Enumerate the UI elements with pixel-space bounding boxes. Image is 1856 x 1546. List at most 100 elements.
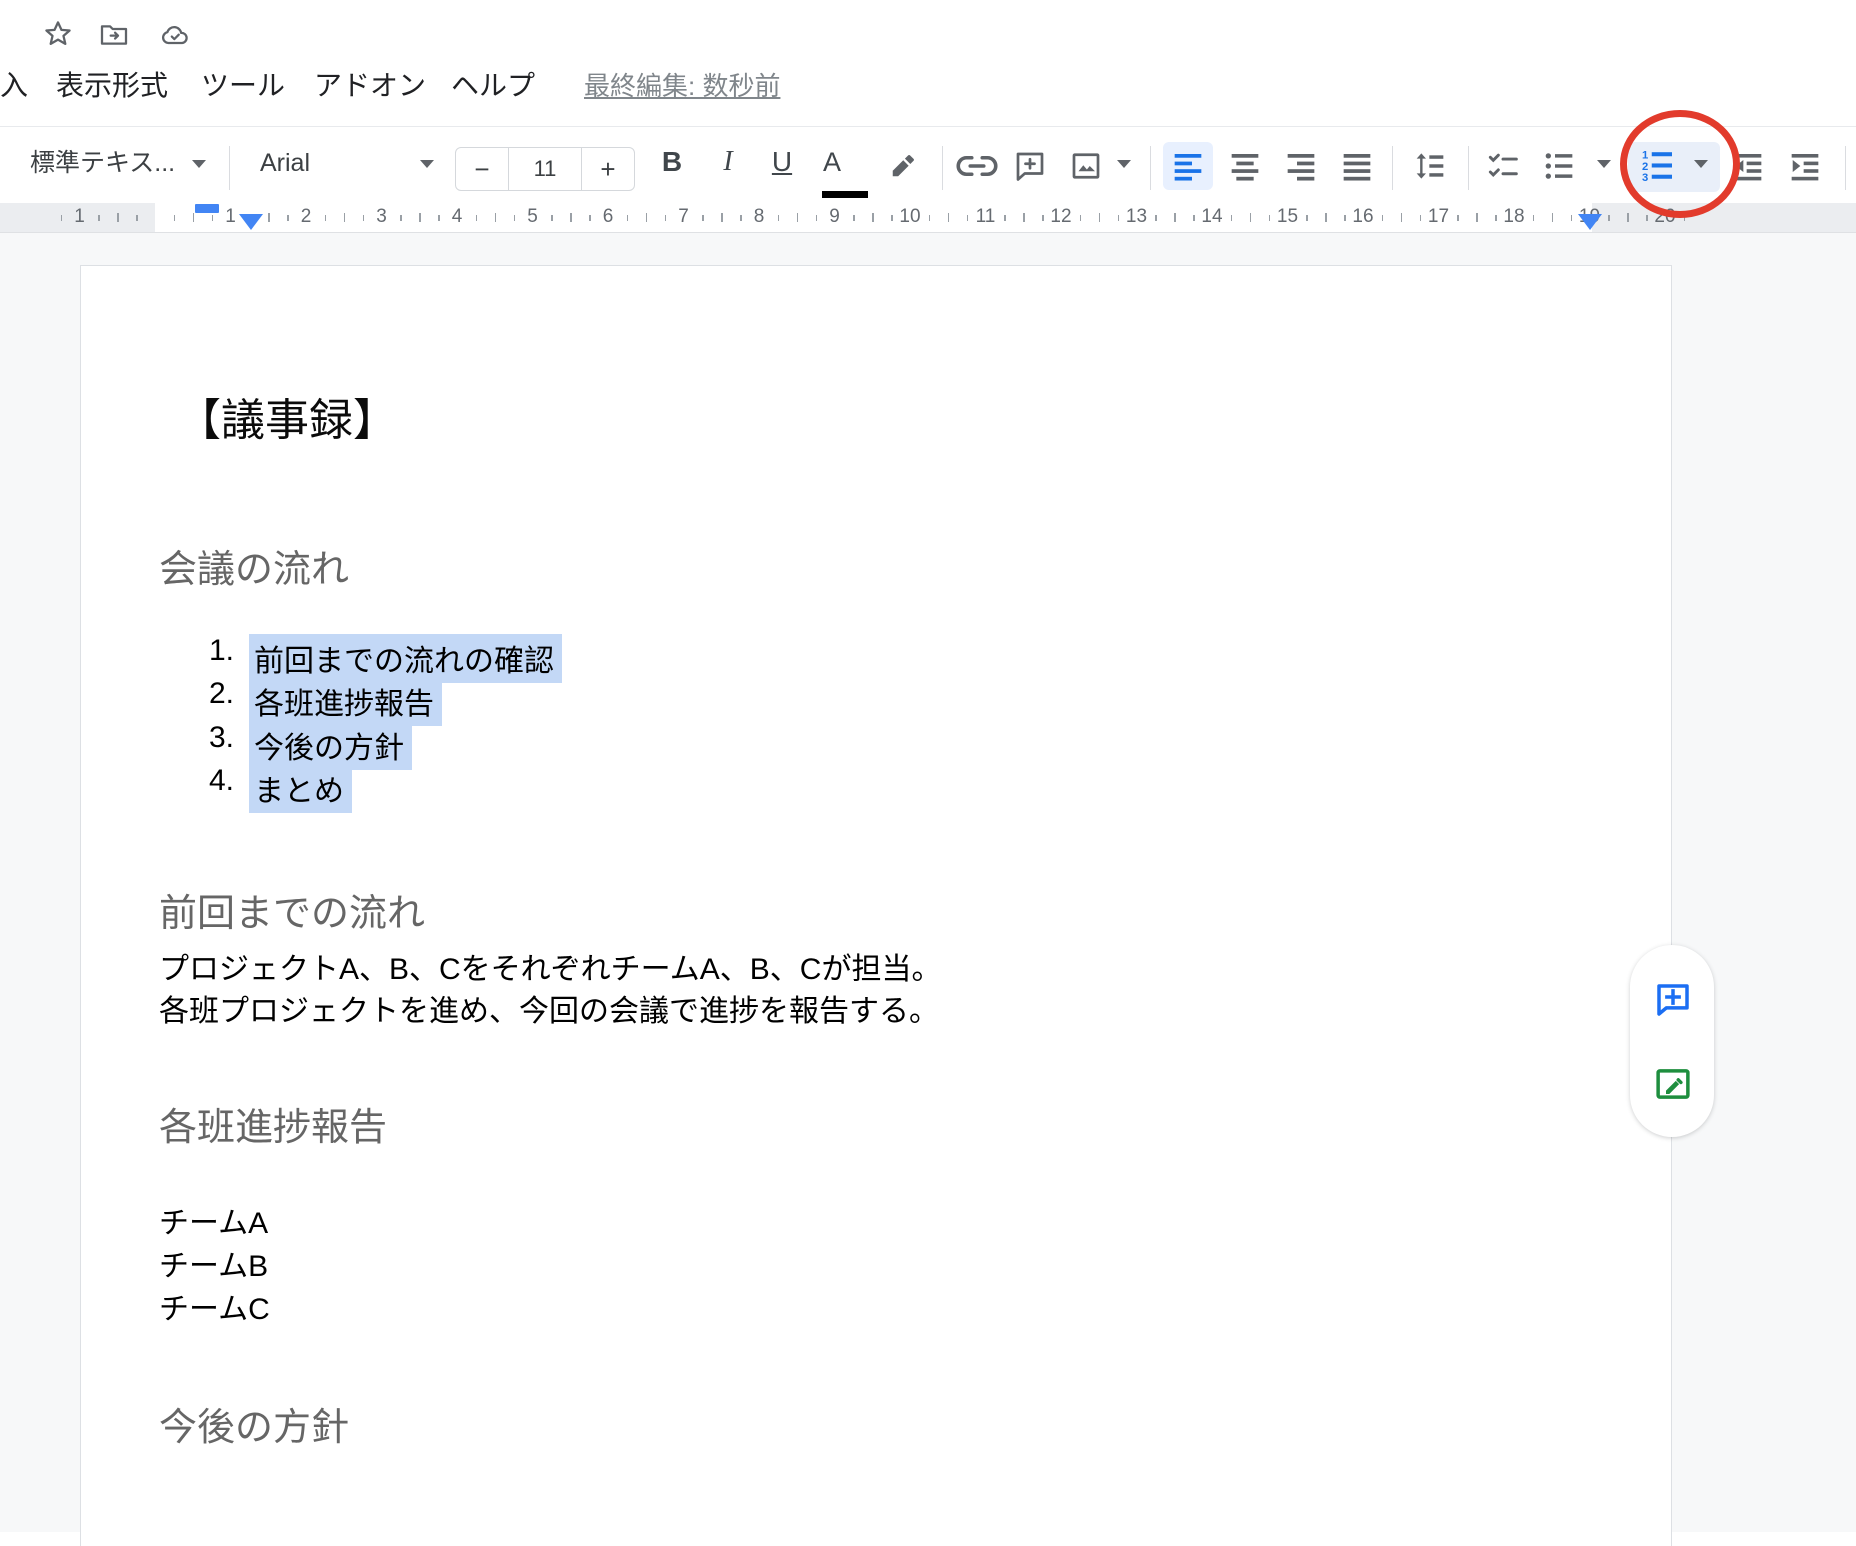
ruler[interactable]: 11234567891011121314151617181920 — [0, 203, 1856, 233]
align-justify-icon[interactable] — [1340, 150, 1374, 187]
move-folder-icon[interactable] — [98, 19, 130, 56]
ruler-tick — [344, 213, 346, 222]
document-page[interactable]: 【議事録】 会議の流れ 1. 前回までの流れの確認 2. 各班進捗報告 3. 今… — [80, 265, 1672, 1546]
last-edit-link[interactable]: 最終編集: 数秒前 — [584, 66, 780, 106]
suggest-edits-button[interactable] — [1652, 1063, 1694, 1110]
ruler-tick — [212, 215, 214, 221]
chevron-down-icon[interactable] — [1117, 160, 1131, 168]
paragraph-style-dropdown[interactable]: 標準テキス... — [30, 127, 175, 199]
checklist-icon[interactable] — [1486, 150, 1520, 187]
svg-text:3: 3 — [1642, 172, 1648, 184]
ruler-tick — [400, 215, 402, 221]
chevron-down-icon[interactable] — [1597, 160, 1611, 168]
ruler-number: 4 — [452, 206, 463, 228]
body-line[interactable]: 各班プロジェクトを進め、今回の会議で進捗を報告する。 — [159, 986, 939, 1030]
selected-list-text[interactable]: 各班進捗報告 — [249, 677, 442, 726]
ruler-tick — [891, 215, 893, 221]
ruler-tick — [1042, 215, 1044, 221]
ruler-tick — [948, 213, 950, 222]
ruler-tick — [1004, 215, 1006, 221]
ruler-tick — [1193, 215, 1195, 221]
document-canvas: 【議事録】 会議の流れ 1. 前回までの流れの確認 2. 各班進捗報告 3. 今… — [0, 233, 1856, 1532]
chevron-down-icon[interactable] — [192, 160, 206, 168]
ruler-tick — [419, 213, 421, 222]
star-icon[interactable] — [42, 18, 74, 55]
ruler-tick — [495, 213, 497, 222]
align-left-icon[interactable] — [1171, 150, 1205, 187]
ruler-tick — [136, 215, 138, 221]
menu-item-format[interactable]: 表示形式 — [56, 62, 168, 110]
italic-button[interactable]: I — [708, 127, 748, 199]
ruler-tick — [1608, 215, 1610, 221]
increase-font-size-button[interactable]: + — [582, 148, 634, 190]
selected-list-text[interactable]: 前回までの流れの確認 — [249, 634, 562, 683]
ruler-tick — [797, 213, 799, 222]
bulleted-list-icon[interactable] — [1542, 150, 1576, 187]
selected-list-text[interactable]: まとめ — [249, 764, 352, 813]
ruler-tick — [1155, 215, 1157, 221]
selected-list-text[interactable]: 今後の方針 — [249, 721, 412, 770]
ruler-tick — [117, 213, 119, 222]
ruler-number: 9 — [829, 206, 840, 228]
ruler-tick — [1174, 213, 1176, 222]
ruler-number: 16 — [1352, 206, 1373, 228]
menu-item-addons[interactable]: アドオン — [314, 62, 426, 110]
decrease-font-size-button[interactable]: − — [456, 148, 508, 190]
ruler-tick — [1571, 215, 1573, 221]
ruler-number: 5 — [527, 206, 538, 228]
ruler-tick — [646, 213, 648, 222]
underline-button[interactable]: U — [762, 127, 802, 199]
heading-previous-flow[interactable]: 前回までの流れ — [159, 882, 425, 937]
chevron-down-icon[interactable] — [420, 160, 434, 168]
numbered-list-icon[interactable]: 1 2 3 — [1638, 148, 1676, 189]
insert-image-icon[interactable] — [1068, 148, 1104, 189]
highlighter-icon[interactable] — [886, 148, 922, 189]
indent-increase-icon[interactable] — [1787, 150, 1823, 187]
left-indent-marker[interactable] — [239, 214, 263, 230]
ruler-number: 12 — [1050, 206, 1071, 228]
toolbar-divider — [942, 146, 943, 190]
text-color-button[interactable]: A — [812, 127, 852, 199]
indent-decrease-icon[interactable] — [1730, 150, 1766, 187]
align-center-icon[interactable] — [1228, 150, 1262, 187]
heading-progress-report[interactable]: 各班進捗報告 — [159, 1096, 387, 1151]
insert-link-icon[interactable] — [956, 150, 998, 187]
ruler-number: 1 — [225, 206, 236, 228]
ruler-tick — [287, 215, 289, 221]
add-comment-icon[interactable] — [1012, 148, 1048, 189]
list-number: 2. — [209, 677, 234, 711]
right-indent-marker[interactable] — [1578, 214, 1602, 230]
ruler-number: 18 — [1503, 206, 1524, 228]
chevron-down-icon[interactable] — [1694, 160, 1708, 168]
bold-button[interactable]: B — [652, 127, 692, 199]
line-spacing-icon[interactable] — [1412, 150, 1448, 187]
text-color-swatch — [822, 191, 868, 198]
align-right-icon[interactable] — [1284, 150, 1318, 187]
heading-meeting-flow[interactable]: 会議の流れ — [159, 538, 349, 593]
font-dropdown[interactable]: Arial — [260, 127, 310, 199]
ruler-tick — [967, 215, 969, 221]
menu-item-insert-partial[interactable]: 入 — [0, 62, 28, 110]
menu-item-help[interactable]: ヘルプ — [451, 62, 535, 110]
team-line[interactable]: チームB — [159, 1241, 268, 1285]
add-comment-button[interactable] — [1652, 979, 1694, 1026]
ruler-tick — [325, 215, 327, 221]
ruler-tick — [665, 215, 667, 221]
list-number: 1. — [209, 634, 234, 668]
ruler-number: 10 — [899, 206, 920, 228]
ruler-tick — [1306, 215, 1308, 221]
ruler-margin-number: 1 — [74, 206, 85, 228]
heading-future-policy[interactable]: 今後の方針 — [159, 1396, 349, 1451]
ruler-tick — [1344, 215, 1346, 221]
menu-item-tools[interactable]: ツール — [201, 62, 285, 110]
body-line[interactable]: プロジェクトA、B、CをそれぞれチームA、B、Cが担当。 — [159, 944, 941, 988]
ruler-tick — [61, 215, 63, 221]
ruler-tick — [1552, 213, 1554, 222]
font-size-input[interactable]: 11 — [508, 148, 582, 190]
ruler-tick — [778, 215, 780, 221]
team-line[interactable]: チームA — [159, 1198, 268, 1242]
doc-title[interactable]: 【議事録】 — [177, 384, 397, 448]
first-line-indent-marker[interactable] — [195, 204, 219, 213]
team-line[interactable]: チームC — [159, 1284, 270, 1328]
ruler-tick — [1080, 215, 1082, 221]
